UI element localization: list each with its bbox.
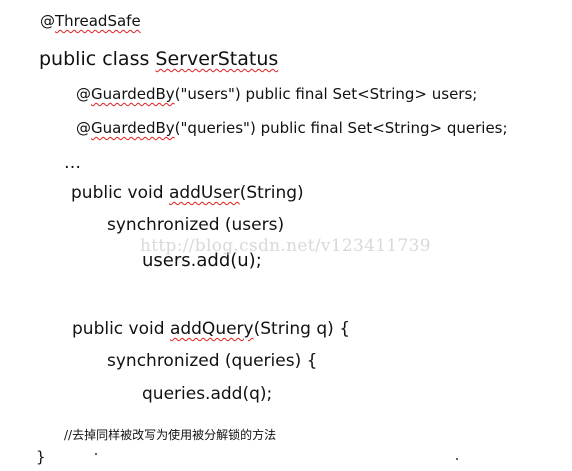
method-add-query: public void addQuery(String q) { [72, 321, 350, 338]
method-add-user-args: (String) [239, 183, 304, 203]
class-declaration: public class ServerStatus [39, 50, 278, 69]
field-queries-annotation: GuardedBy [91, 119, 175, 137]
field-queries-rest: ("queries") public final Set<String> que… [174, 119, 508, 137]
annotation-at: @ [40, 12, 55, 30]
method-add-user-prefix: public void [71, 183, 169, 203]
watermark-url: http://blog.csdn.net/v123411739 [140, 236, 431, 256]
class-name: ServerStatus [155, 48, 279, 70]
field-queries: @GuardedBy("queries") public final Set<S… [76, 121, 508, 136]
method-add-query-name: addQuery [169, 319, 254, 339]
method-add-query-args: (String q) { [253, 319, 351, 339]
annotation-threadsafe: @ThreadSafe [40, 14, 141, 29]
sync-users: synchronized (users) [107, 215, 285, 235]
method-add-query-prefix: public void [72, 319, 170, 339]
field-users: @GuardedBy("users") public final Set<Str… [76, 87, 477, 102]
field-users-annotation: GuardedBy [91, 85, 175, 103]
method-add-user-name: addUser [168, 183, 240, 203]
field-users-at: @ [76, 85, 91, 103]
annotation-name: ThreadSafe [55, 12, 141, 30]
field-queries-at: @ [76, 119, 91, 137]
code-comment: //去掉同样被改写为使用被分解锁的方法 [64, 428, 277, 442]
sync-queries: synchronized (queries) { [107, 351, 318, 371]
class-prefix: public class [39, 48, 156, 70]
stray-dot [95, 453, 97, 455]
method-add-user: public void addUser(String) [71, 185, 304, 202]
queries-add-statement: queries.add(q); [142, 384, 273, 404]
ellipsis: … [64, 153, 81, 173]
closing-brace: } [36, 448, 46, 466]
stray-dot [456, 458, 458, 460]
field-users-rest: ("users") public final Set<String> users… [174, 85, 478, 103]
